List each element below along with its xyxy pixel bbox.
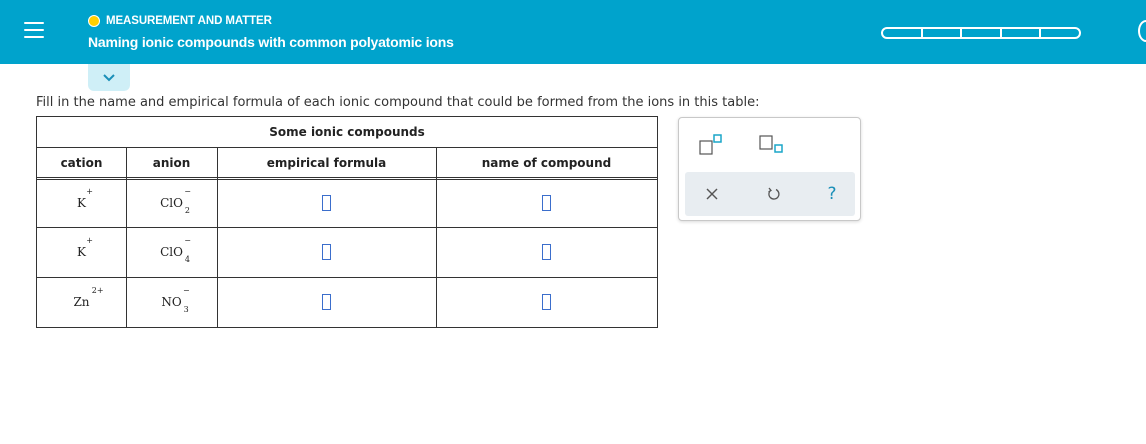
header-cation: cation <box>37 147 126 177</box>
anion-formula: ClO −2 <box>160 187 191 215</box>
cation-formula: K + <box>77 236 93 259</box>
clear-button[interactable] <box>697 172 727 216</box>
table-row-1-cation: K + <box>37 179 126 227</box>
anion-formula: NO −3 <box>161 286 190 314</box>
ionic-compounds-table: Some ionic compounds cation anion empiri… <box>36 116 658 328</box>
topic-label: MEASUREMENT AND MATTER <box>106 15 272 27</box>
clipped-circle-icon <box>1138 20 1146 42</box>
instruction-text: Fill in the name and empirical formula o… <box>36 95 760 110</box>
collapse-toggle-button[interactable] <box>88 64 130 91</box>
cation-formula: K + <box>77 187 93 210</box>
progress-segment <box>1002 29 1042 37</box>
superscript-tool-button[interactable] <box>699 134 723 160</box>
compound-name-input[interactable] <box>542 294 551 310</box>
subscript-icon <box>759 135 783 153</box>
table-row-3-name-cell <box>436 277 657 327</box>
empirical-formula-input[interactable] <box>322 244 331 260</box>
table-row-2-anion: ClO −4 <box>126 227 217 277</box>
top-header: MEASUREMENT AND MATTER Naming ionic comp… <box>0 0 1146 64</box>
help-icon: ? <box>827 184 837 204</box>
close-icon <box>706 188 718 200</box>
table-row-2-formula-cell <box>217 227 436 277</box>
answer-tool-palette: ? <box>678 117 861 221</box>
compound-name-input[interactable] <box>542 244 551 260</box>
subscript-tool-button[interactable] <box>759 134 785 160</box>
table-row-1-name-cell <box>436 179 657 227</box>
progress-segment <box>1041 29 1079 37</box>
hamburger-menu-icon[interactable] <box>24 22 44 42</box>
table-row-3-anion: NO −3 <box>126 277 217 327</box>
anion-formula: ClO −4 <box>160 236 191 264</box>
undo-button[interactable] <box>759 172 789 216</box>
table-row-2-cation: K + <box>37 227 126 277</box>
progress-bar <box>881 27 1081 39</box>
page-title: Naming ionic compounds with common polya… <box>88 34 454 50</box>
help-button[interactable]: ? <box>817 172 847 216</box>
topic-row: MEASUREMENT AND MATTER <box>88 14 272 28</box>
header-empirical-formula: empirical formula <box>217 147 436 177</box>
compound-name-input[interactable] <box>542 195 551 211</box>
header-anion: anion <box>126 147 217 177</box>
table-row-2-name-cell <box>436 227 657 277</box>
empirical-formula-input[interactable] <box>322 195 331 211</box>
table-row-3-cation: Zn 2+ <box>37 277 126 327</box>
row-divider <box>37 177 657 178</box>
superscript-icon <box>699 134 722 155</box>
topic-status-dot-icon <box>88 15 100 27</box>
progress-segment <box>923 29 963 37</box>
header-compound-name: name of compound <box>436 147 657 177</box>
progress-segment <box>883 29 923 37</box>
table-row-1-anion: ClO −2 <box>126 179 217 227</box>
palette-action-bar: ? <box>685 172 855 216</box>
table-row-1-formula-cell <box>217 179 436 227</box>
chevron-down-icon <box>103 73 115 81</box>
undo-icon <box>768 187 780 200</box>
table-caption: Some ionic compounds <box>269 125 425 139</box>
table-row-3-formula-cell <box>217 277 436 327</box>
progress-segment <box>962 29 1002 37</box>
empirical-formula-input[interactable] <box>322 294 331 310</box>
cation-formula: Zn 2+ <box>73 286 104 309</box>
